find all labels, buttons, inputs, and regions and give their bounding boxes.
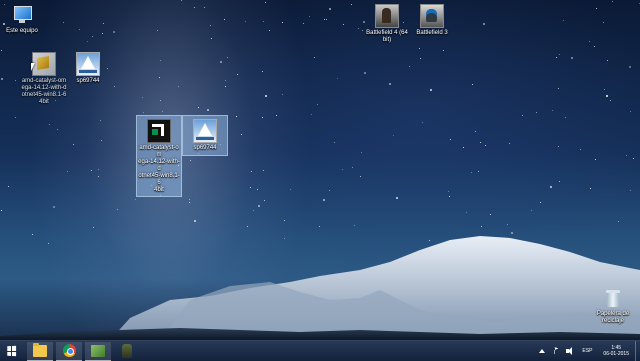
setup-sailboat-icon [76,52,100,76]
setup-sailboat-icon [193,119,217,143]
battlefield-3-shortcut[interactable]: Battlefield 3 [402,4,462,37]
recycle-bin-shortcut[interactable]: Papelera de reciclaje [583,287,640,325]
clock[interactable]: 1:45 06-01-2015 [603,345,629,357]
soldier-icon [122,344,132,358]
sp69744-selected[interactable]: sp69744 [182,115,228,156]
taskbar: ESP 1:45 06-01-2015 [0,340,640,361]
taskbar-file-explorer[interactable] [27,341,53,361]
input-language-indicator[interactable]: ESP [582,348,592,354]
sp69744-label: sp69744 [76,78,100,84]
action-center-flag-icon[interactable] [551,346,561,356]
mouse-cursor-icon [31,63,35,71]
chrome-icon [62,344,76,357]
recycle-bin-icon [602,287,624,309]
amd-logo-icon [147,119,171,143]
volume-speaker-icon[interactable] [565,346,575,356]
taskbar-installer[interactable] [85,341,111,361]
this-pc-label: Este equipo [6,28,38,34]
start-button[interactable] [0,341,24,361]
desktop-background[interactable]: Este equipo amd-catalyst-om ega-14.12-wi… [0,0,640,340]
folder-icon [33,342,47,357]
battlefield-4-icon [375,4,399,28]
show-hidden-icons-icon[interactable] [537,346,547,356]
battlefield-3-icon [420,4,444,28]
amd-installer-selected-label: amd-catalyst-om ega-14.12-with-d otnet45… [138,145,180,193]
taskbar-battlefield[interactable] [114,342,140,360]
sp69744-selected-label: sp69744 [193,145,217,151]
sp69744-file[interactable]: sp69744 [58,52,118,85]
installer-icon [91,344,105,357]
clock-date: 06-01-2015 [603,351,629,357]
installer-package-icon [32,52,56,76]
show-desktop-button[interactable] [635,341,640,361]
battlefield-3-label: Battlefield 3 [416,30,448,36]
mountain-range [0,236,640,340]
taskbar-chrome[interactable] [56,341,82,361]
system-tray: ESP 1:45 06-01-2015 [535,341,640,361]
this-pc-shortcut[interactable]: Este equipo [0,4,52,35]
windows-logo-icon [7,345,17,357]
amd-installer-selected[interactable]: amd-catalyst-om ega-14.12-with-d otnet45… [136,115,182,197]
computer-icon [11,4,33,26]
recycle-bin-label: Papelera de reciclaje [596,311,630,324]
